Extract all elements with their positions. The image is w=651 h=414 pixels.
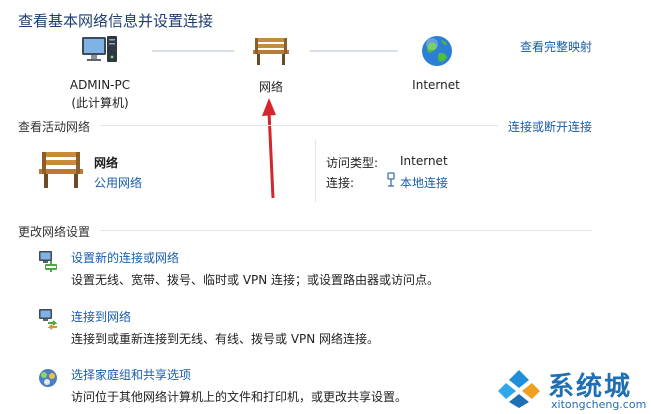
node-label-pc: ADMIN-PC — [69, 78, 131, 92]
globe-icon — [420, 34, 454, 68]
access-type-value: Internet — [400, 154, 448, 168]
bench-network-icon — [36, 150, 86, 190]
connect-disconnect-link[interactable]: 连接或断开连接 — [508, 118, 592, 135]
active-networks-heading: 查看活动网络 — [18, 120, 91, 134]
network-type-link[interactable]: 公用网络 — [94, 174, 142, 191]
connection-line-network-internet — [310, 50, 398, 52]
node-label-network[interactable]: 网络 — [236, 78, 306, 95]
computer-icon — [80, 34, 120, 68]
node-label-internet: Internet — [412, 78, 460, 92]
ethernet-icon — [386, 172, 396, 188]
access-type-label: 访问类型: — [326, 156, 379, 170]
watermark-logo — [496, 368, 542, 408]
vertical-divider — [315, 140, 316, 202]
view-full-map-link[interactable]: 查看完整映射 — [520, 38, 592, 55]
node-sublabel-pc: (此计算机) — [71, 96, 129, 110]
network-name: 网络 — [94, 156, 119, 170]
watermark-url: xitongcheng.com — [551, 398, 647, 411]
task-homegroup-desc: 访问位于其他网络计算机上的文件和打印机，或更改共享设置。 — [71, 390, 408, 404]
task-new-connection-link[interactable]: 设置新的连接或网络 — [71, 249, 179, 266]
task-connect-network-link[interactable]: 连接到网络 — [71, 308, 131, 325]
connections-label: 连接: — [326, 176, 355, 190]
task-homegroup-link[interactable]: 选择家庭组和共享选项 — [71, 366, 191, 383]
new-connection-icon — [36, 248, 60, 272]
section-divider — [100, 230, 592, 231]
annotation-arrow — [262, 98, 282, 202]
local-connection-link[interactable]: 本地连接 — [400, 174, 448, 191]
connect-network-icon — [36, 306, 60, 330]
section-divider — [100, 125, 498, 126]
change-settings-heading: 更改网络设置 — [18, 225, 91, 239]
homegroup-icon — [36, 366, 60, 390]
task-connect-network-desc: 连接到或重新连接到无线、有线、拨号或 VPN 网络连接。 — [71, 332, 380, 346]
page-title: 查看基本网络信息并设置连接 — [18, 12, 214, 30]
connection-line-pc-network — [152, 50, 234, 52]
task-new-connection-desc: 设置无线、宽带、拨号、临时或 VPN 连接；或设置路由器或访问点。 — [71, 273, 440, 287]
bench-network-icon[interactable] — [250, 36, 292, 66]
